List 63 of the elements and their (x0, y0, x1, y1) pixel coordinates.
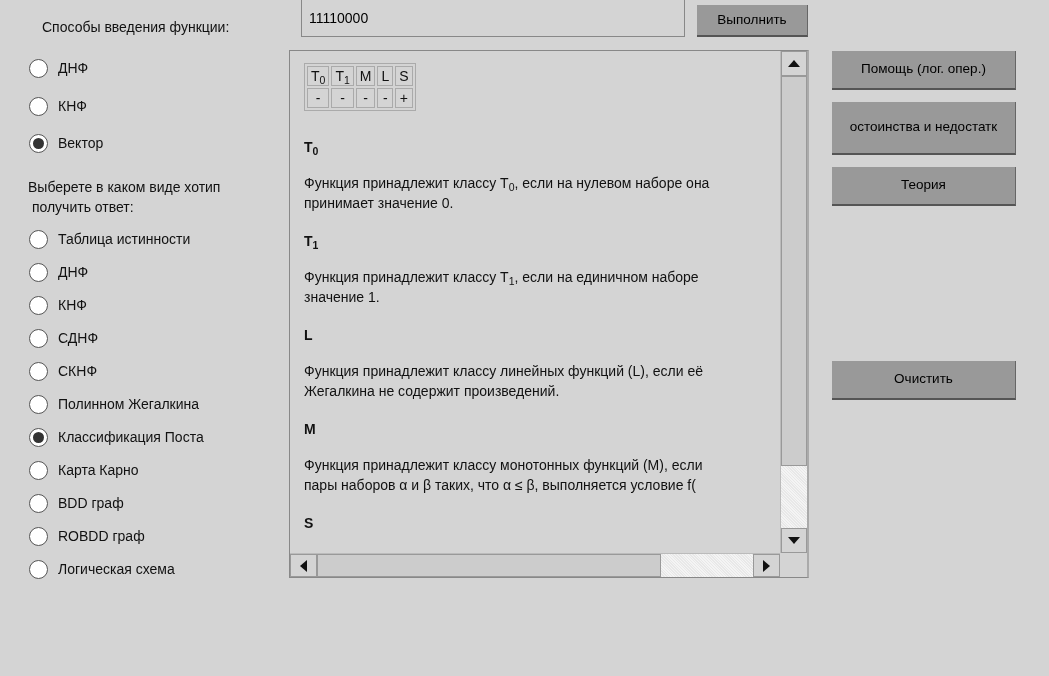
radio-label[interactable]: КНФ (58, 294, 87, 316)
radio-label[interactable]: ДНФ (58, 261, 89, 283)
section-heading: M (304, 420, 317, 439)
radio-label[interactable]: Логическая схема (58, 558, 175, 580)
scroll-up-icon[interactable] (781, 51, 807, 76)
scrollbar-thumb[interactable] (317, 554, 661, 577)
radio-label[interactable]: ДНФ (58, 58, 89, 80)
scrollbar-thumb[interactable] (781, 76, 807, 466)
section-heading: T$_{1}$ (304, 232, 320, 251)
radio-label[interactable]: Полинном Жегалкина (58, 393, 200, 415)
table-cell: + (395, 88, 413, 108)
radio-label[interactable]: КНФ (58, 95, 87, 117)
side-button[interactable]: остоинства и недостатк (832, 102, 1016, 155)
side-button[interactable]: Помощь (лог. опер.) (832, 51, 1016, 90)
section-heading: T$_{0}$ (304, 138, 320, 157)
radio-button[interactable] (29, 460, 48, 480)
scroll-right-icon[interactable] (753, 554, 780, 577)
section-heading: L (304, 326, 314, 345)
clear-button[interactable]: Очистить (832, 361, 1016, 400)
radio-button[interactable] (29, 134, 48, 154)
horizontal-scrollbar[interactable] (290, 553, 780, 577)
section-label: Выберете в каком виде хотип получить ответ: (28, 177, 222, 217)
scroll-down-icon[interactable] (781, 528, 807, 553)
table-header-cell: S (395, 66, 413, 86)
radio-label[interactable]: Классификация Поста (58, 426, 204, 448)
side-button[interactable]: Теория (832, 167, 1016, 206)
table-cell: - (355, 88, 376, 108)
radio-button[interactable] (29, 361, 48, 381)
radio-button[interactable] (29, 295, 48, 315)
description-text: Функция принадлежит классу линейных функций (L), если её Жегалкина не содержит произведений. (304, 362, 704, 401)
table-header-cell: T$_{0}$ (307, 66, 330, 86)
table-header-cell: M (355, 66, 376, 86)
radio-label[interactable]: Таблица истинности (58, 228, 191, 250)
radio-button[interactable] (29, 328, 48, 348)
radio-label[interactable]: Вектор (58, 133, 104, 155)
table-header-cell: T$_{1}$ (331, 66, 354, 86)
description-text: Функция принадлежит классу T$_{1}$, если на единичном наборе значение 1. (304, 268, 700, 307)
radio-button[interactable] (29, 59, 48, 79)
table-cell: - (307, 88, 330, 108)
table-header-cell: L (377, 66, 394, 86)
radio-button[interactable] (29, 427, 48, 447)
section-label: Способы введения функции: (42, 18, 231, 37)
vertical-scrollbar[interactable] (780, 51, 807, 553)
table-cell: - (331, 88, 354, 108)
radio-button[interactable] (29, 96, 48, 116)
description-text: Функция принадлежит классу T$_{0}$, если на нулевом наборе она принимает значение 0. (304, 174, 711, 213)
radio-button[interactable] (29, 262, 48, 282)
table-cell: - (377, 88, 394, 108)
radio-button[interactable] (29, 526, 48, 546)
radio-label[interactable]: Карта Карно (58, 459, 139, 481)
radio-button[interactable] (29, 559, 48, 579)
vector-input-field[interactable]: 11110000 (301, 0, 685, 37)
description-text: Функция принадлежит классу монотонных функций (M), если пары наборов α и β таких, что α ≤ β, выполняется условие f( (304, 456, 704, 495)
radio-label[interactable]: ROBDD граф (58, 525, 145, 547)
scroll-left-icon[interactable] (290, 554, 317, 577)
radio-button[interactable] (29, 229, 48, 249)
radio-button[interactable] (29, 394, 48, 414)
radio-label[interactable]: BDD граф (58, 492, 124, 514)
radio-button[interactable] (29, 493, 48, 513)
run-button[interactable]: Выполнить (697, 5, 808, 37)
section-heading: S (304, 514, 315, 533)
radio-label[interactable]: СКНФ (58, 360, 98, 382)
radio-label[interactable]: СДНФ (58, 327, 99, 349)
